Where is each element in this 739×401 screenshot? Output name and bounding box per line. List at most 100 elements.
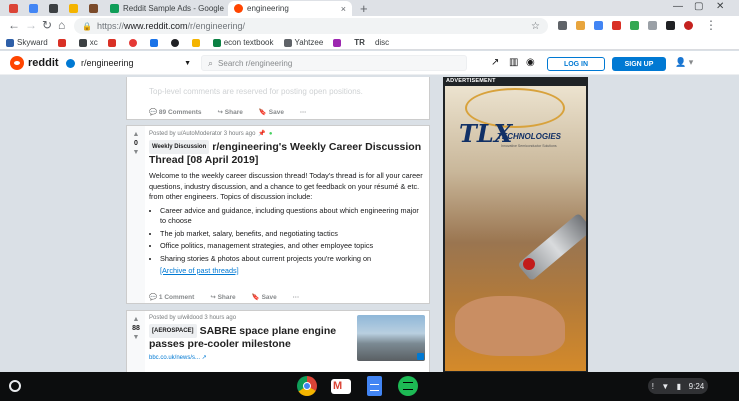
- topic-item: The job market, salary, benefits, and ne…: [160, 229, 425, 240]
- bookmark-1[interactable]: [57, 38, 69, 47]
- launcher-icon[interactable]: [9, 380, 21, 392]
- bookmark-xc[interactable]: xc: [78, 38, 98, 47]
- profile-avatar[interactable]: [684, 21, 693, 30]
- post-domain-link[interactable]: bbc.co.uk/news/s... ↗: [149, 354, 349, 361]
- reddit-wordmark[interactable]: reddit: [28, 57, 59, 69]
- chrome-menu-icon[interactable]: ⋮: [705, 18, 717, 32]
- window-close-button[interactable]: ✕: [716, 1, 724, 12]
- bookmark-label: Yahtzee: [294, 38, 324, 47]
- extension-icon[interactable]: [666, 21, 675, 30]
- os-shelf: M ! ▼ ▮ 9:24: [0, 372, 739, 401]
- leaderboard-icon[interactable]: ▥: [509, 57, 518, 68]
- post-card[interactable]: ▲ 88 ▼ Posted by u/wildood 3 hours ago […: [126, 310, 430, 372]
- bookmark-3[interactable]: [107, 38, 119, 47]
- post-title[interactable]: Weekly Discussion r/engineering's Weekly …: [149, 140, 425, 166]
- extension-icon[interactable]: [648, 21, 657, 30]
- pinned-tab-5[interactable]: [84, 1, 102, 16]
- bookmark-5[interactable]: [149, 38, 161, 47]
- maximize-button[interactable]: ▢: [694, 1, 703, 12]
- url-path: /r/engineering/: [187, 21, 246, 31]
- bookmark-6[interactable]: [170, 38, 182, 47]
- downvote-icon[interactable]: ▼: [133, 334, 140, 342]
- reddit-header: reddit r/engineering ▼ ⌕ Search r/engine…: [0, 51, 739, 75]
- upvote-icon[interactable]: ▲: [133, 316, 140, 324]
- post-actions: 💬 89 Comments ↪ Share 🔖 Save ···: [149, 108, 314, 117]
- post-body: Posted by u/wildood 3 hours ago [AEROSPA…: [149, 315, 349, 361]
- pinned-tab-4[interactable]: [64, 1, 82, 16]
- chrome-app-icon[interactable]: [297, 376, 317, 396]
- downvote-icon[interactable]: ▼: [133, 149, 140, 157]
- bookmark-icon: [170, 38, 179, 47]
- tab-engineering[interactable]: engineering ×: [228, 1, 352, 16]
- extension-icon[interactable]: [576, 21, 585, 30]
- bookmark-icon: [149, 38, 158, 47]
- back-arrow-icon[interactable]: ←: [8, 18, 20, 32]
- address-bar[interactable]: 🔒 https://www.reddit.com/r/engineering/ …: [74, 18, 548, 34]
- spotify-app-icon[interactable]: [398, 376, 418, 396]
- post-flair[interactable]: Weekly Discussion: [149, 140, 210, 154]
- tool-red-cap: [523, 258, 535, 270]
- browser-tab-strip: Reddit Sample Ads - Google Drive × engin…: [0, 0, 739, 16]
- pinned-tab-gmail[interactable]: [4, 1, 22, 16]
- reload-icon[interactable]: ↻: [42, 18, 52, 32]
- trending-icon[interactable]: ↗: [491, 57, 499, 68]
- search-icon: ⌕: [208, 57, 214, 68]
- post-title[interactable]: [AEROSPACE] SABRE space plane engine pass…: [149, 324, 349, 350]
- chevron-down-icon: ▼: [184, 59, 191, 67]
- forward-arrow-icon[interactable]: →: [25, 18, 37, 32]
- tab-reddit-sample-ads[interactable]: Reddit Sample Ads - Google Drive ×: [104, 1, 226, 16]
- bookmark-econ-textbook[interactable]: econ textbook: [212, 38, 274, 47]
- post-meta[interactable]: Posted by u/wildood 3 hours ago: [149, 315, 349, 321]
- vote-column: ▲ 88 ▼: [127, 311, 145, 372]
- bookmark-skyward[interactable]: Skyward: [6, 38, 48, 47]
- share-button[interactable]: ↪ Share: [210, 293, 243, 301]
- post-card[interactable]: ▲ 0 ▼ Posted by u/AutoModerator 3 hours …: [126, 125, 430, 304]
- topic-item: Career advice and guidance, including qu…: [160, 206, 425, 227]
- docs-app-icon[interactable]: [367, 376, 382, 396]
- comments-button[interactable]: 💬 1 Comment: [149, 293, 202, 301]
- bookmark-7[interactable]: [191, 38, 203, 47]
- minimize-button[interactable]: —: [673, 1, 683, 12]
- pinned-tab-3[interactable]: [44, 1, 62, 16]
- new-tab-button[interactable]: +: [360, 1, 368, 16]
- more-options-icon[interactable]: ···: [300, 109, 307, 116]
- signup-button[interactable]: SIGN UP: [612, 57, 666, 71]
- pinned-tab-drive[interactable]: [24, 1, 42, 16]
- bookmark-10[interactable]: [333, 38, 344, 47]
- bookmark-disc[interactable]: disc: [375, 38, 389, 47]
- save-button[interactable]: 🔖 Save: [259, 108, 292, 116]
- subreddit-selector[interactable]: r/engineering ▼: [66, 55, 191, 71]
- extension-icon[interactable]: [612, 21, 621, 30]
- bookmark-star-icon[interactable]: ☆: [531, 21, 540, 32]
- bookmark-tr[interactable]: TR: [354, 38, 365, 47]
- ad-image[interactable]: TLX TECHNOLOGIES Innovative Semiconducto…: [445, 86, 586, 371]
- extension-icon[interactable]: [630, 21, 639, 30]
- close-icon[interactable]: ×: [337, 4, 346, 14]
- bookmark-label: xc: [89, 38, 98, 47]
- login-button[interactable]: LOG IN: [547, 57, 605, 71]
- comments-button[interactable]: 💬 89 Comments: [149, 108, 210, 116]
- save-button[interactable]: 🔖 Save: [252, 293, 285, 301]
- topic-item: Office politics, management strategies, …: [160, 241, 425, 252]
- post-flair[interactable]: [AEROSPACE]: [149, 324, 197, 338]
- more-options-icon[interactable]: ···: [293, 294, 300, 301]
- upvote-icon[interactable]: ▲: [133, 131, 140, 139]
- bookmark-yahtzee[interactable]: Yahtzee: [283, 38, 324, 47]
- post-card[interactable]: Top-level comments are reserved for post…: [126, 77, 430, 120]
- archive-link[interactable]: [Archive of past threads]: [160, 266, 239, 275]
- extension-icon[interactable]: [558, 21, 567, 30]
- post-author-time[interactable]: Posted by u/AutoModerator 3 hours ago: [149, 131, 255, 137]
- wifi-icon: ▼: [661, 381, 670, 391]
- gmail-app-icon[interactable]: M: [331, 379, 351, 394]
- post-thumbnail[interactable]: [357, 315, 425, 361]
- user-menu-icon[interactable]: 👤 ▾: [675, 57, 693, 68]
- reddit-logo-icon[interactable]: [10, 56, 24, 70]
- post-score: 0: [134, 140, 138, 147]
- bookmark-4[interactable]: [128, 38, 140, 47]
- coins-icon[interactable]: ◉: [526, 57, 535, 68]
- share-button[interactable]: ↪ Share: [218, 108, 251, 116]
- search-input[interactable]: ⌕ Search r/engineering: [201, 55, 467, 71]
- extension-icon[interactable]: [594, 21, 603, 30]
- system-tray[interactable]: ! ▼ ▮ 9:24: [648, 378, 708, 394]
- home-icon[interactable]: ⌂: [58, 18, 65, 32]
